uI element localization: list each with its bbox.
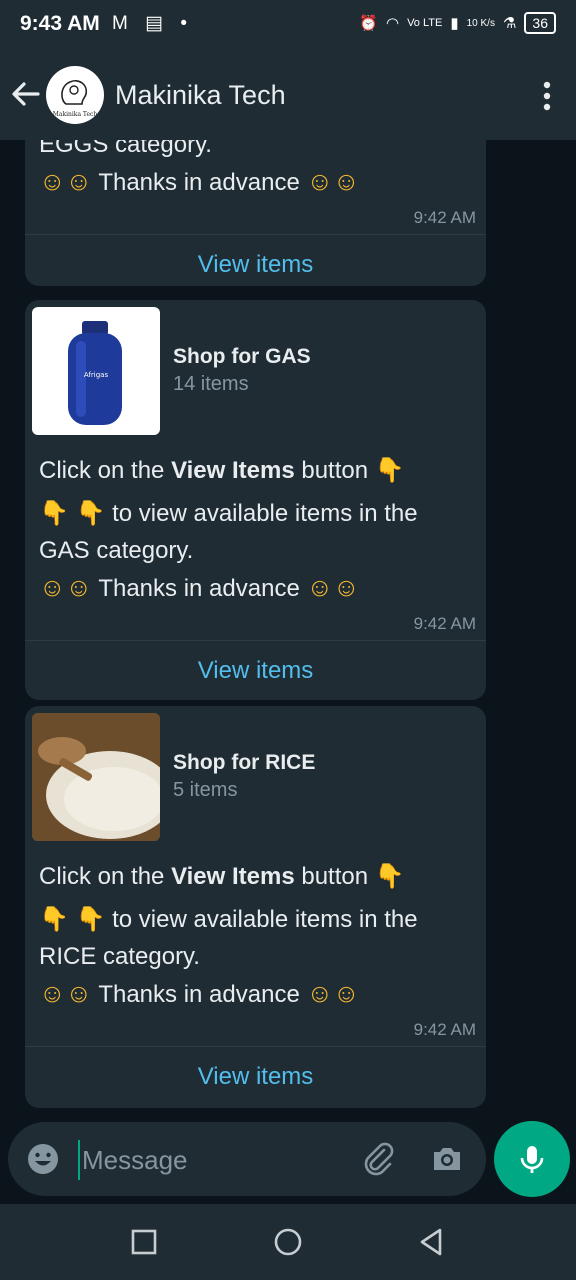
message-line: Click on the View Items button 👇 <box>39 452 476 489</box>
contact-name[interactable]: Makinika Tech <box>115 80 286 111</box>
alarm-icon: ⏰ <box>359 15 378 32</box>
gas-cylinder-image: Afrigas <box>32 307 160 435</box>
message-time: 9:42 AM <box>413 614 476 633</box>
wifi-icon: ◠ <box>385 15 400 32</box>
catalog-count: 5 items <box>173 779 238 801</box>
microphone-icon <box>520 1146 544 1173</box>
catalog-card[interactable]: Afrigas Shop for GAS 14 items <box>32 307 478 435</box>
text-suffix: button <box>294 457 369 484</box>
camera-icon[interactable] <box>430 1142 464 1176</box>
contact-avatar[interactable]: Makinika Tech <box>46 66 104 124</box>
rice-image <box>32 713 160 841</box>
paperclip-icon[interactable] <box>360 1140 396 1176</box>
text-suffix: button <box>294 863 369 890</box>
lab-icon: ⚗ <box>502 15 517 32</box>
notification-icons: M ▤ • <box>112 13 193 34</box>
catalog-card[interactable]: Shop for RICE 5 items <box>32 713 478 841</box>
message-composer <box>8 1122 486 1196</box>
smile-emoji-icon: ☺☺ <box>39 572 93 602</box>
message-bubble: Shop for RICE 5 items Click on the View … <box>25 706 486 1108</box>
smile-emoji-icon: ☺☺ <box>306 978 360 1008</box>
thanks-text: Thanks in advance <box>98 981 300 1008</box>
message-line: RICE category. <box>39 943 200 970</box>
message-line: Click on the View Items button 👇 <box>39 858 476 895</box>
home-icon[interactable] <box>272 1226 304 1258</box>
brain-logo-icon: Makinika Tech <box>47 67 103 123</box>
thanks-line: ☺☺ Thanks in advance ☺☺ <box>39 975 476 1013</box>
point-down-emoji-icon: 👇 <box>374 863 405 890</box>
text-line: to view available items in the <box>112 500 418 527</box>
message-input[interactable] <box>78 1140 344 1180</box>
smile-emoji-icon: ☺☺ <box>39 978 93 1008</box>
message-bubble: EGGS category. ☺☺ Thanks in advance ☺☺ 9… <box>25 140 486 286</box>
view-items-button[interactable]: View items <box>25 234 486 286</box>
point-down-emoji-icon: 👇 <box>39 906 69 933</box>
status-time: 9:43 AM <box>20 12 100 35</box>
message-line: 👇 👇 to view available items in the <box>39 495 476 532</box>
battery-indicator: 36 <box>524 12 556 34</box>
point-down-emoji-icon: 👇 <box>75 906 106 933</box>
point-down-emoji-icon: 👇 <box>374 457 405 484</box>
view-items-button[interactable]: View items <box>25 640 486 700</box>
chat-area[interactable]: EGGS category. ☺☺ Thanks in advance ☺☺ 9… <box>0 140 576 1120</box>
message-line: GAS category. <box>39 537 194 564</box>
text-bold: View Items <box>171 457 295 484</box>
signal-icon: ▮ <box>450 15 459 32</box>
thanks-text: Thanks in advance <box>98 169 300 196</box>
view-items-button[interactable]: View items <box>25 1046 486 1107</box>
speed-label: 10 K/s <box>466 17 495 29</box>
smile-emoji-icon: ☺☺ <box>39 166 93 196</box>
catalog-title: Shop for GAS <box>173 345 311 368</box>
message-line: 👇 👇 to view available items in the <box>39 901 476 938</box>
network-label: Vo LTE <box>407 16 443 29</box>
system-navigation-bar <box>0 1204 576 1280</box>
smile-emoji-icon: ☺☺ <box>306 166 360 196</box>
avatar-text: Makinika Tech <box>53 111 98 118</box>
thanks-text: Thanks in advance <box>98 575 300 602</box>
recent-apps-icon[interactable] <box>128 1226 160 1258</box>
thanks-line: ☺☺ Thanks in advance ☺☺ <box>39 163 476 201</box>
voice-record-button[interactable] <box>494 1121 570 1197</box>
status-bar: 9:43 AM M ▤ • ⏰ ◠ Vo LTE ▮ 10 K/s ⚗ 36 <box>0 0 576 52</box>
point-down-emoji-icon: 👇 <box>39 500 69 527</box>
chat-header: Makinika Tech Makinika Tech <box>0 52 576 140</box>
svg-text:Afrigas: Afrigas <box>84 371 109 379</box>
message-text: EGGS category. <box>39 140 212 158</box>
system-icons: ⏰ ◠ Vo LTE ▮ 10 K/s ⚗ 36 <box>359 12 556 34</box>
text-line: to view available items in the <box>112 906 418 933</box>
message-bubble: Afrigas Shop for GAS 14 items Click on t… <box>25 300 486 700</box>
back-nav-icon[interactable] <box>416 1226 448 1258</box>
message-time: 9:42 AM <box>413 1020 476 1039</box>
emoji-icon[interactable] <box>26 1142 60 1176</box>
text-bold: View Items <box>171 863 295 890</box>
message-time: 9:42 AM <box>413 208 476 227</box>
text-prefix: Click on the <box>39 457 172 484</box>
more-options-icon[interactable] <box>542 80 552 112</box>
catalog-count: 14 items <box>173 373 249 395</box>
point-down-emoji-icon: 👇 <box>75 500 106 527</box>
thanks-line: ☺☺ Thanks in advance ☺☺ <box>39 569 476 607</box>
text-prefix: Click on the <box>39 863 172 890</box>
catalog-title: Shop for RICE <box>173 751 316 774</box>
smile-emoji-icon: ☺☺ <box>306 572 360 602</box>
back-arrow-icon[interactable] <box>10 78 42 110</box>
